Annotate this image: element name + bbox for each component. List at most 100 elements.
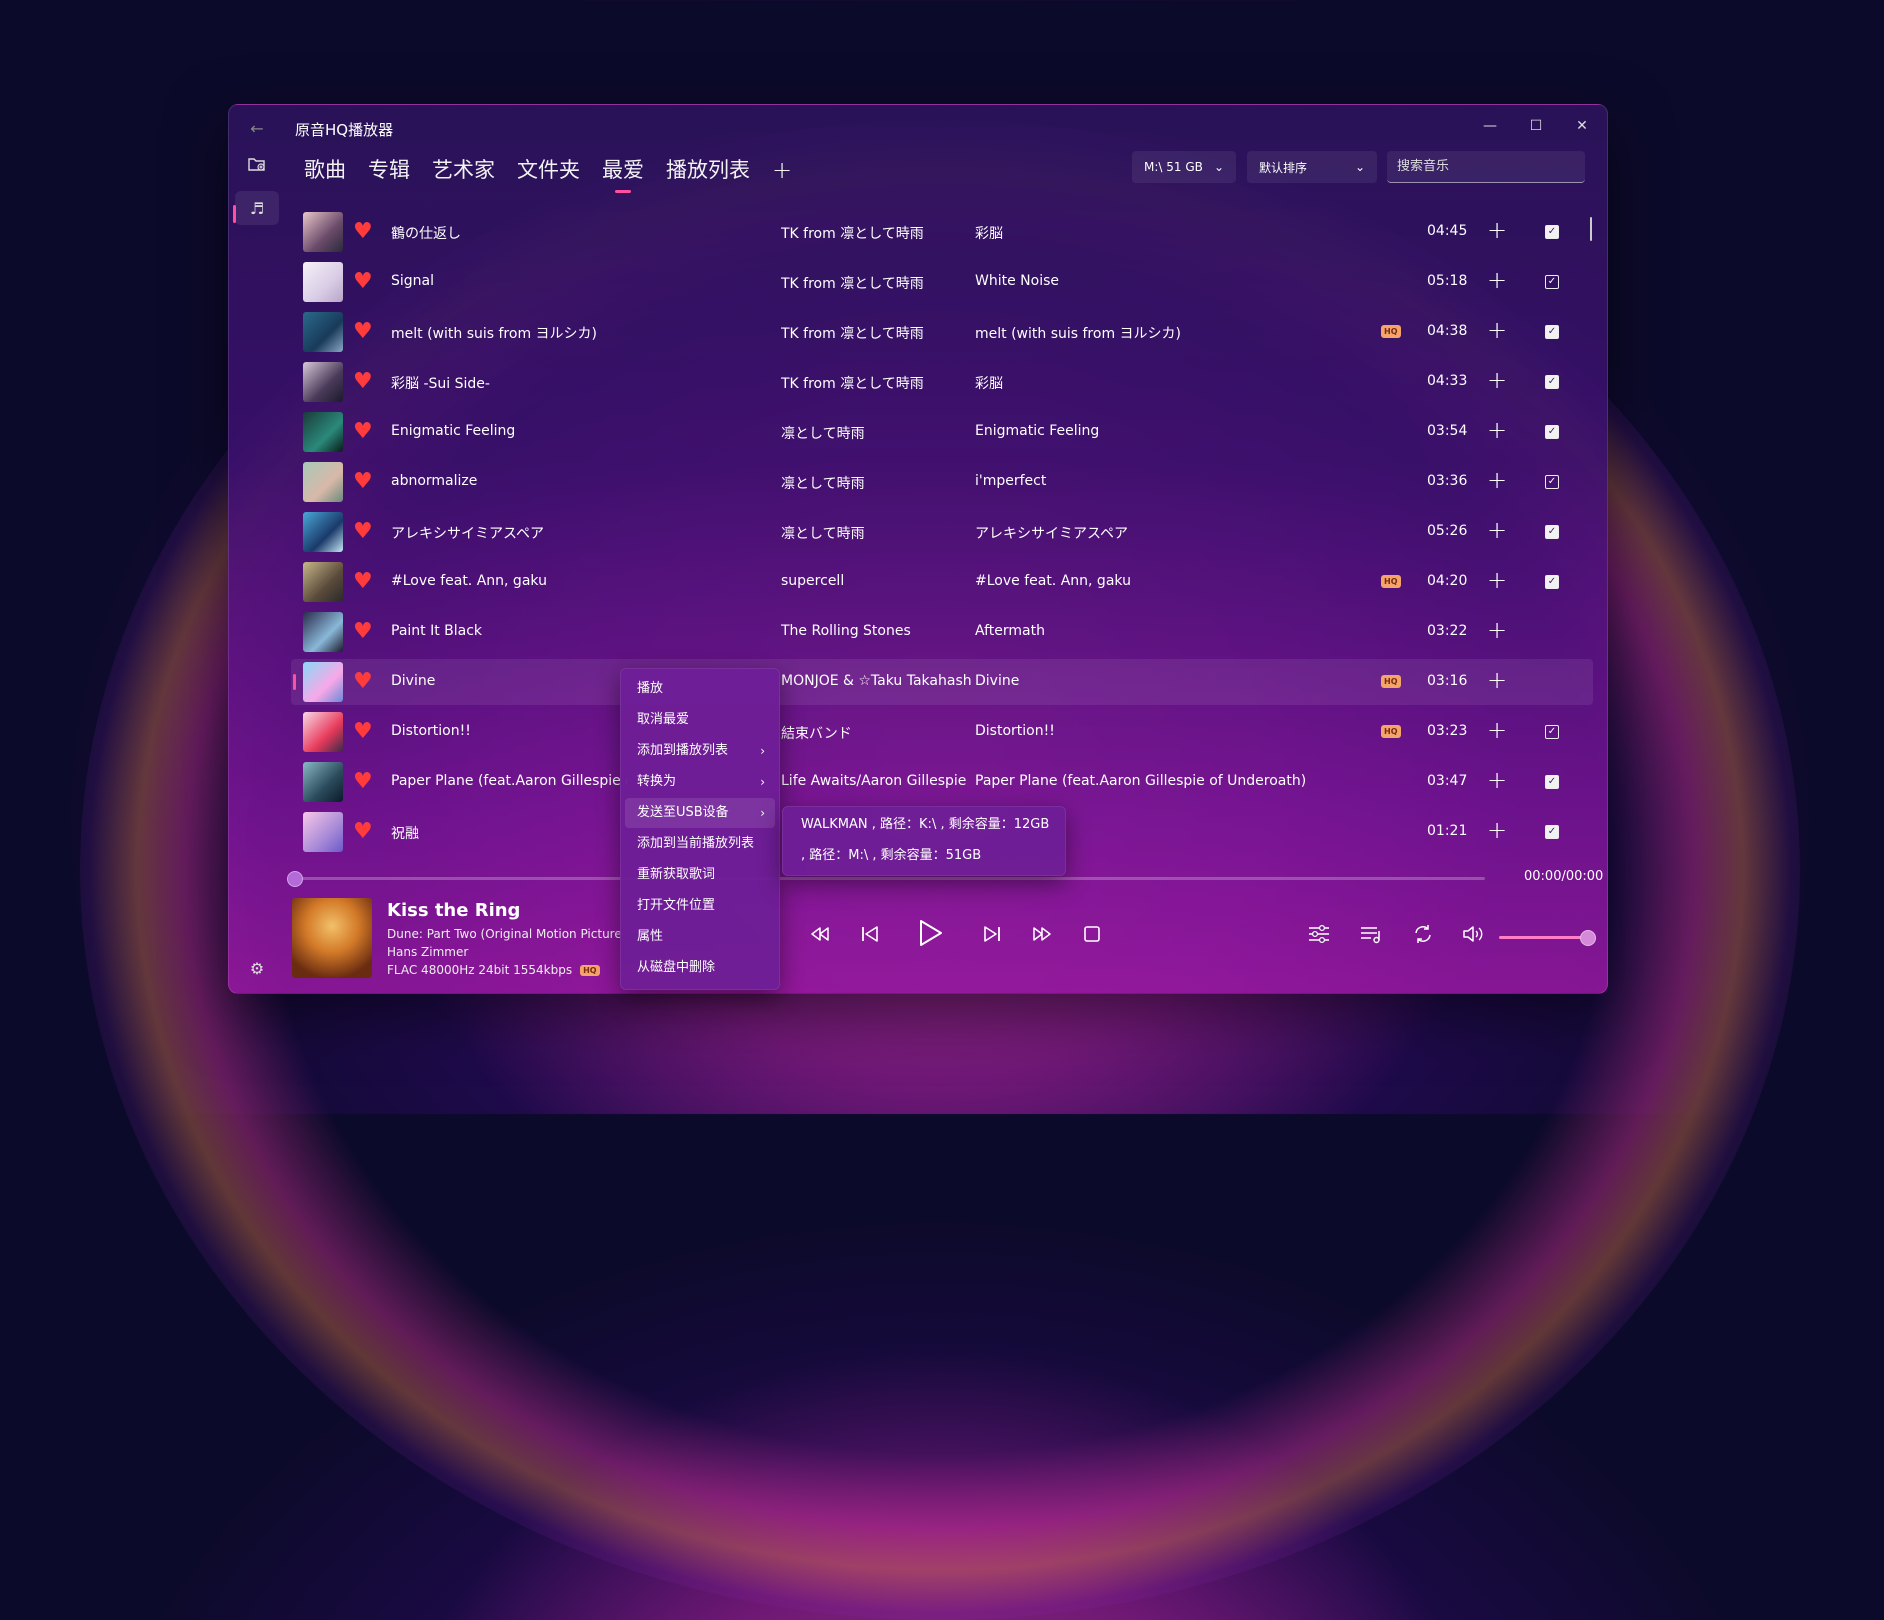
context-menu-item-label: 发送至USB设备: [637, 805, 729, 820]
tab-artists[interactable]: 艺术家: [421, 151, 506, 189]
add-to-playlist-button[interactable]: +: [1487, 518, 1507, 542]
maximize-button[interactable]: ☐: [1513, 111, 1559, 141]
song-row[interactable]: ♥ melt (with suis from ヨルシカ) TK from 凛として時…: [291, 309, 1593, 355]
usb-device-item[interactable]: , 路径：M:\ , 剩余容量：51GB: [787, 841, 1061, 871]
checkbox[interactable]: ✓: [1545, 725, 1559, 739]
tab-playlists[interactable]: 播放列表: [655, 151, 761, 189]
context-menu-item[interactable]: 属性: [625, 922, 775, 952]
back-arrow-icon[interactable]: ←: [235, 111, 279, 145]
progress-bar[interactable]: [287, 871, 1485, 887]
gear-icon[interactable]: ⚙: [235, 951, 279, 985]
context-menu-item-label: 添加到播放列表: [637, 743, 729, 758]
usb-device-item[interactable]: WALKMAN , 路径：K:\ , 剩余容量：12GB: [787, 810, 1061, 840]
heart-icon[interactable]: ♥: [353, 471, 373, 493]
folder-add-icon[interactable]: [235, 147, 279, 181]
context-menu-item[interactable]: 播放: [625, 674, 775, 704]
song-row[interactable]: ♥ #Love feat. Ann, gaku supercell #Love fea…: [291, 559, 1593, 605]
song-row[interactable]: ♥ Distortion!! 結束バンド Distortion!! HQ 03:23 + ✓: [291, 709, 1593, 755]
stop-icon[interactable]: [1081, 923, 1103, 951]
tab-songs[interactable]: 歌曲: [293, 151, 357, 189]
checkbox[interactable]: ✓: [1545, 525, 1559, 539]
checkbox[interactable]: ✓: [1545, 775, 1559, 789]
song-row[interactable]: ♥ Paint It Black The Rolling Stones Afterma…: [291, 609, 1593, 655]
song-row[interactable]: ♥ 鶴の仕返し TK from 凛として時雨 彩脳 04:45 + ✓: [291, 209, 1593, 255]
heart-icon[interactable]: ♥: [353, 621, 373, 643]
add-to-playlist-button[interactable]: +: [1487, 768, 1507, 792]
song-row[interactable]: ♥ Signal TK from 凛として時雨 White Noise 05:18 + ✓: [291, 259, 1593, 305]
volume-icon[interactable]: [1461, 923, 1485, 951]
drive-dropdown[interactable]: M:\ 51 GB ⌄: [1132, 151, 1236, 183]
add-to-playlist-button[interactable]: +: [1487, 568, 1507, 592]
rewind-icon[interactable]: [809, 923, 831, 951]
checkbox[interactable]: ✓: [1545, 425, 1559, 439]
now-playing-cover[interactable]: [292, 898, 372, 978]
heart-icon[interactable]: ♥: [353, 221, 373, 243]
checkbox[interactable]: ✓: [1545, 325, 1559, 339]
equalizer-icon[interactable]: [1307, 923, 1331, 951]
context-menu-item[interactable]: 添加到当前播放列表: [625, 829, 775, 859]
add-to-playlist-button[interactable]: +: [1487, 668, 1507, 692]
checkbox[interactable]: ✓: [1545, 375, 1559, 389]
song-row[interactable]: ♥ アレキシサイミアスペア 凛として時雨 アレキシサイミアスペア 05:26 + ✓: [291, 509, 1593, 555]
heart-icon[interactable]: ♥: [353, 571, 373, 593]
volume-slider[interactable]: [1499, 930, 1596, 946]
search-input[interactable]: [1387, 151, 1585, 183]
fast-forward-icon[interactable]: [1031, 923, 1053, 951]
heart-icon[interactable]: ♥: [353, 271, 373, 293]
checkbox[interactable]: ✓: [1545, 225, 1559, 239]
close-button[interactable]: ✕: [1559, 111, 1605, 141]
checkbox[interactable]: ✓: [1545, 275, 1559, 289]
song-row[interactable]: ♥ abnormalize 凛として時雨 i'mperfect 03:36 + ✓: [291, 459, 1593, 505]
song-row[interactable]: ♥ 彩脳 -Sui Side- TK from 凛として時雨 彩脳 04:33 + ✓: [291, 359, 1593, 405]
checkbox[interactable]: ✓: [1545, 475, 1559, 489]
heart-icon[interactable]: ♥: [353, 671, 373, 693]
next-track-icon[interactable]: [981, 923, 1003, 951]
add-tab-button[interactable]: +: [761, 151, 803, 189]
song-album: アレキシサイミアスペア: [975, 526, 1129, 542]
tab-albums[interactable]: 专辑: [357, 151, 421, 189]
sidebar: ← ♬ ⚙: [229, 105, 289, 993]
progress-knob[interactable]: [287, 871, 303, 887]
scrollbar-thumb[interactable]: [1590, 217, 1592, 241]
heart-icon[interactable]: ♥: [353, 821, 373, 843]
minimize-button[interactable]: —: [1467, 111, 1513, 141]
heart-icon[interactable]: ♥: [353, 771, 373, 793]
context-menu-item[interactable]: 打开文件位置: [625, 891, 775, 921]
volume-knob[interactable]: [1580, 930, 1596, 946]
heart-icon[interactable]: ♥: [353, 521, 373, 543]
context-menu-item[interactable]: 发送至USB设备 ›: [625, 798, 775, 828]
add-to-playlist-button[interactable]: +: [1487, 218, 1507, 242]
add-to-playlist-button[interactable]: +: [1487, 418, 1507, 442]
play-icon[interactable]: [913, 917, 945, 955]
context-menu-item[interactable]: 取消最爱: [625, 705, 775, 735]
sort-dropdown[interactable]: 默认排序 ⌄: [1247, 151, 1377, 183]
repeat-icon[interactable]: [1411, 923, 1435, 951]
context-menu-item[interactable]: 从磁盘中删除: [625, 953, 775, 983]
add-to-playlist-button[interactable]: +: [1487, 818, 1507, 842]
checkbox[interactable]: ✓: [1545, 825, 1559, 839]
song-row[interactable]: ♥ Paper Plane (feat.Aaron Gillespie of Un…: [291, 759, 1593, 805]
previous-track-icon[interactable]: [859, 923, 881, 951]
chevron-right-icon: ›: [760, 775, 765, 789]
add-to-playlist-button[interactable]: +: [1487, 468, 1507, 492]
song-row[interactable]: ♥ Enigmatic Feeling 凛として時雨 Enigmatic Feelin…: [291, 409, 1593, 455]
heart-icon[interactable]: ♥: [353, 421, 373, 443]
context-menu-item[interactable]: 重新获取歌词: [625, 860, 775, 890]
playlist-icon[interactable]: [1359, 923, 1383, 951]
add-to-playlist-button[interactable]: +: [1487, 318, 1507, 342]
song-row[interactable]: ♥ Divine MONJOE & ☆Taku Takahash... Divine H…: [291, 659, 1593, 705]
add-to-playlist-button[interactable]: +: [1487, 618, 1507, 642]
tab-folders[interactable]: 文件夹: [506, 151, 591, 189]
checkbox[interactable]: ✓: [1545, 575, 1559, 589]
music-note-icon[interactable]: ♬: [235, 191, 279, 225]
add-to-playlist-button[interactable]: +: [1487, 268, 1507, 292]
heart-icon[interactable]: ♥: [353, 721, 373, 743]
tab-favorites[interactable]: 最爱: [591, 151, 655, 193]
add-to-playlist-button[interactable]: +: [1487, 368, 1507, 392]
add-to-playlist-button[interactable]: +: [1487, 718, 1507, 742]
context-menu-item[interactable]: 转换为 ›: [625, 767, 775, 797]
context-menu-item[interactable]: 添加到播放列表 ›: [625, 736, 775, 766]
song-album: White Noise: [975, 273, 1059, 289]
heart-icon[interactable]: ♥: [353, 371, 373, 393]
heart-icon[interactable]: ♥: [353, 321, 373, 343]
